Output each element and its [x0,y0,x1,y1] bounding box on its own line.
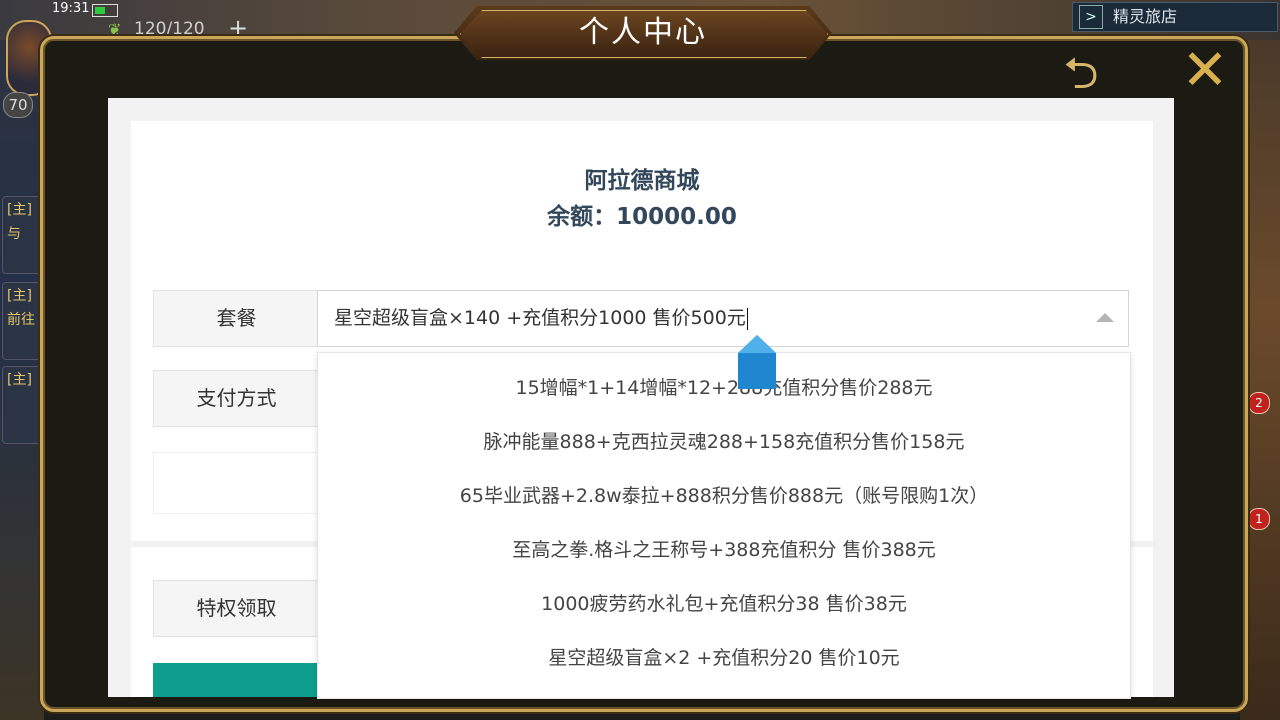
dropdown-option[interactable]: 15增幅*1+14增幅*12+288充值积分售价288元 [318,361,1130,415]
shop-name: 阿拉德商城 [584,168,700,194]
quest-tab-3[interactable]: [主] [2,366,44,444]
quest-tab-text: 与 [7,226,21,242]
player-level-badge: 70 [3,92,33,118]
notification-badge: 1 [1248,508,1270,530]
package-dropdown: 15增幅*1+14增幅*12+288充值积分售价288元 脉冲能量888+克西拉… [317,352,1131,699]
notification-badge: 2 [1248,392,1270,414]
package-value-text: 星空超级盲盒×140 +充值积分1000 售价500元 [334,307,746,329]
dropdown-option[interactable]: 星空超级盲盒×2 +充值积分20 售价10元 [318,631,1130,685]
balance-text: 余额：10000.00 [547,204,737,230]
status-time: 19:31 [52,1,90,16]
quest-tab-label: [主] [7,372,32,388]
payment-label: 支付方式 [153,370,320,427]
text-caret [746,307,748,330]
battery-icon [92,4,118,17]
privilege-label: 特权领取 [153,580,320,637]
spirit-inn-label: 精灵旅店 [1113,7,1178,26]
quest-tab-1[interactable]: [主] 与 [2,196,44,274]
dropdown-option[interactable]: 1000疲劳药水礼包+充值积分38 售价38元 [318,577,1130,631]
arrow-right-icon: > [1079,5,1103,29]
chevron-up-icon [1096,313,1114,322]
dropdown-option[interactable]: 至高之拳.格斗之王称号+388充值积分 售价388元 [318,523,1130,577]
spirit-inn-button[interactable]: > 精灵旅店 [1072,2,1278,32]
dropdown-option[interactable]: 65毕业武器+2.8w泰拉+888积分售价888元（账号限购1次） [318,469,1130,523]
quest-tab-text: 前往 [7,312,35,328]
dropdown-option[interactable]: 脉冲能量888+克西拉灵魂288+158充值积分售价158元 [318,415,1130,469]
close-icon[interactable]: ✕ [1178,43,1232,99]
package-select-value: 星空超级盲盒×140 +充值积分1000 售价500元 [334,291,748,346]
modal-title: 个人中心 [579,15,707,50]
package-select[interactable]: 星空超级盲盒×140 +充值积分1000 售价500元 [317,290,1129,347]
quest-tab-label: [主] [7,202,32,218]
quest-tab-label: [主] [7,288,32,304]
back-arrow-icon[interactable]: ⮌ [1046,50,1116,98]
package-label: 套餐 [153,290,320,347]
quest-tab-2[interactable]: [主] 前往 [2,282,44,360]
text-cursor-handle-icon[interactable] [738,335,776,389]
